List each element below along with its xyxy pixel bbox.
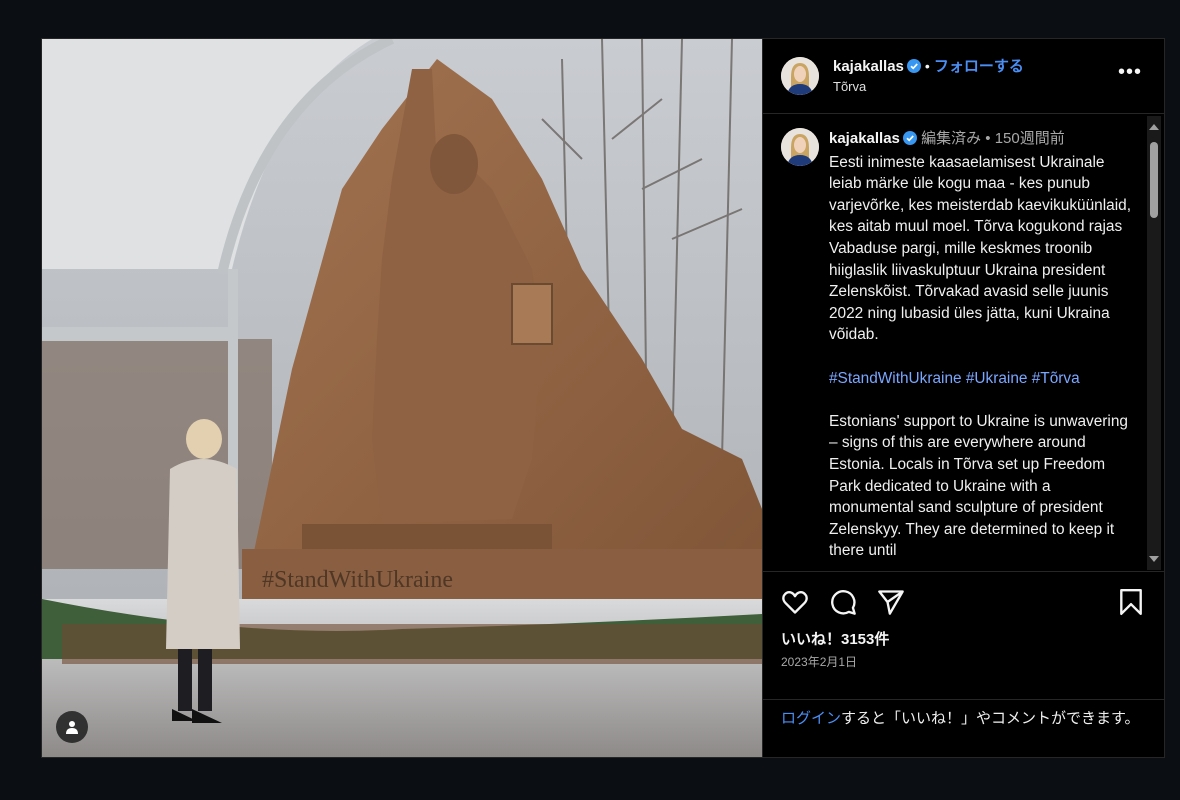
caption-scrollbar[interactable]: [1147, 116, 1161, 570]
caption-username[interactable]: kajakallas: [829, 130, 900, 147]
post-time[interactable]: 150週間前: [995, 130, 1065, 147]
post-date: 2023年2月1日: [781, 655, 858, 669]
login-link[interactable]: ログイン: [781, 710, 841, 727]
username[interactable]: kajakallas: [833, 58, 904, 75]
post-actions: [763, 572, 1164, 632]
location-link[interactable]: Tõrva: [833, 79, 1024, 95]
caption-avatar[interactable]: [781, 128, 819, 166]
verified-badge-icon: [902, 130, 917, 152]
post-header: kajakallas • フォローする Tõrva •••: [763, 39, 1164, 114]
caption: kajakallas 編集済み • 150週間前 Eesti inimeste …: [781, 128, 1132, 562]
login-prompt-text: すると「いいね！」やコメントができます。: [841, 710, 1140, 727]
avatar[interactable]: [781, 57, 819, 95]
verified-badge-icon: [906, 58, 921, 79]
paper-plane-icon[interactable]: [877, 588, 905, 616]
caption-area: kajakallas 編集済み • 150週間前 Eesti inimeste …: [763, 114, 1164, 572]
scroll-up-arrow[interactable]: [1149, 124, 1159, 130]
edited-label: 編集済み: [921, 130, 982, 147]
hashtags[interactable]: #StandWithUkraine #Ukraine #Tõrva: [829, 368, 1132, 390]
scroll-thumb[interactable]: [1150, 142, 1158, 218]
post-modal: #StandWithUkraine kajakallas • フォローする Tõ…: [41, 38, 1165, 758]
scroll-down-arrow[interactable]: [1149, 556, 1159, 562]
caption-english: Estonians' support to Ukraine is unwaver…: [829, 412, 1128, 560]
post-photo[interactable]: #StandWithUkraine: [42, 39, 762, 757]
more-options-icon[interactable]: •••: [1118, 62, 1142, 82]
sand-sculpture-photo: #StandWithUkraine: [42, 39, 762, 757]
sculpture-inscription: #StandWithUkraine: [262, 567, 453, 593]
comment-icon[interactable]: [829, 588, 857, 616]
user-tag-icon[interactable]: [56, 711, 88, 743]
separator-dot: •: [924, 57, 930, 74]
follow-button[interactable]: フォローする: [934, 58, 1024, 75]
caption-estonian: Eesti inimeste kaasaelamisest Ukrainale …: [829, 153, 1131, 344]
bookmark-icon[interactable]: [1118, 588, 1144, 616]
heart-icon[interactable]: [781, 588, 809, 616]
post-side-panel: kajakallas • フォローする Tõrva ••• kajakallas…: [762, 39, 1164, 757]
login-prompt: ログインすると「いいね！」やコメントができます。: [763, 699, 1164, 757]
